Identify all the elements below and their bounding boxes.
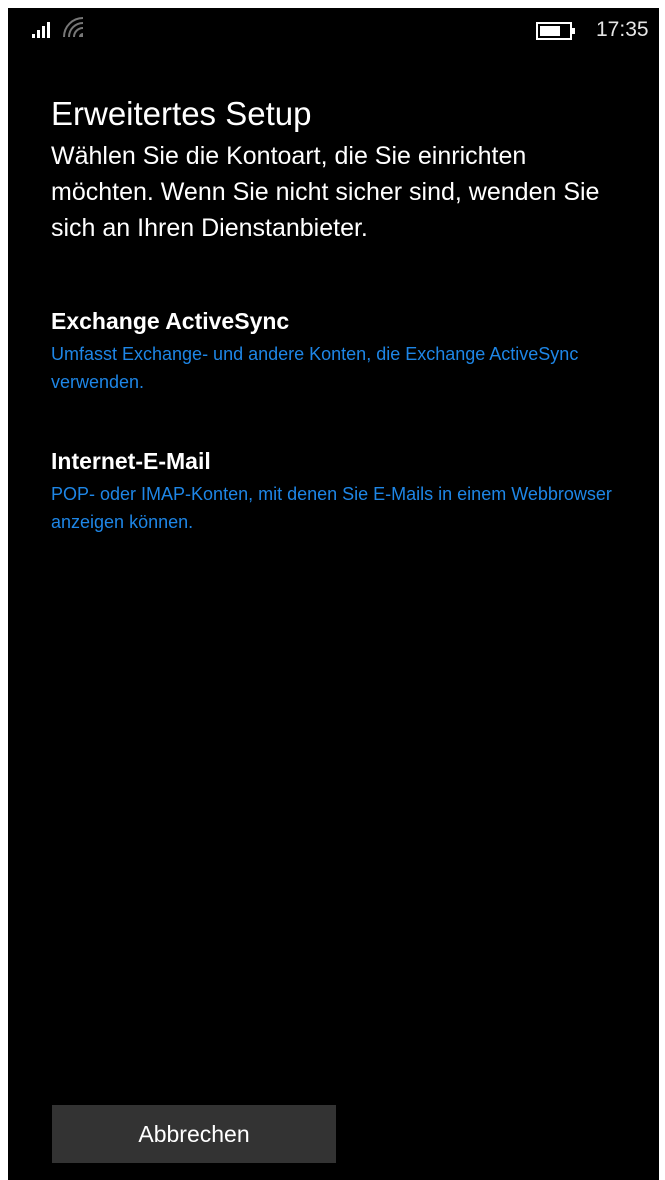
option-subtitle: POP- oder IMAP-Konten, mit denen Sie E-M… bbox=[51, 484, 612, 532]
internet-email-option[interactable]: Internet-E-Mail POP- oder IMAP-Konten, m… bbox=[51, 446, 631, 536]
status-bar: 17:35 bbox=[8, 8, 659, 48]
page-description: Wählen Sie die Kontoart, die Sie einrich… bbox=[51, 142, 600, 242]
status-time: 17:35 bbox=[596, 18, 649, 41]
option-title: Exchange ActiveSync bbox=[51, 308, 290, 334]
phone-screen: 17:35 Erweitertes Setup Wählen Sie die K… bbox=[8, 8, 659, 1180]
option-title: Internet-E-Mail bbox=[51, 448, 211, 474]
battery-icon bbox=[536, 22, 578, 40]
exchange-activesync-option[interactable]: Exchange ActiveSync Umfasst Exchange- un… bbox=[51, 306, 631, 396]
wifi-icon bbox=[60, 16, 84, 38]
page-title: Erweitertes Setup bbox=[51, 95, 312, 132]
cellular-signal-icon bbox=[32, 22, 52, 38]
option-subtitle: Umfasst Exchange- und andere Konten, die… bbox=[51, 344, 579, 392]
cancel-button[interactable]: Abbrechen bbox=[52, 1105, 336, 1163]
